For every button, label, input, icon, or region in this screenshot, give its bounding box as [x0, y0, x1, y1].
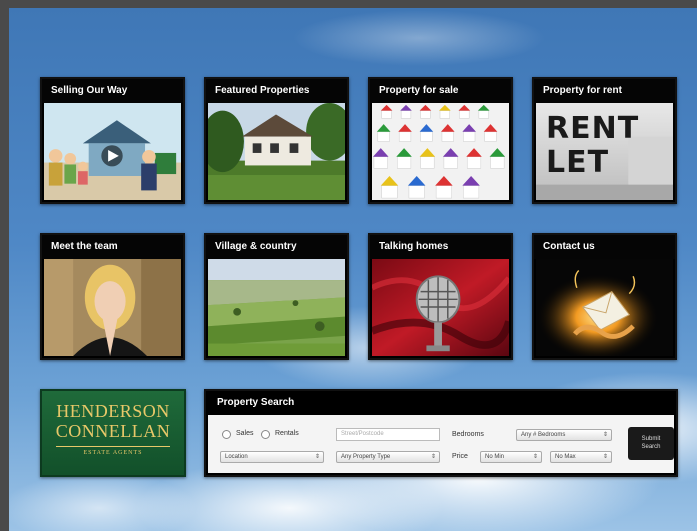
- countryside-photo: [208, 259, 345, 356]
- min-price-select[interactable]: No Min ⇕: [480, 451, 542, 463]
- sales-radio[interactable]: [222, 430, 231, 439]
- tile-title: Village & country: [206, 235, 347, 259]
- henderson-connellan-logo: HENDERSON CONNELLAN ESTATE AGENTS: [40, 389, 186, 477]
- property-type-select-value: Any Property Type: [341, 454, 391, 460]
- tile-property-for-rent[interactable]: Property for rent RENT LET: [532, 77, 677, 204]
- tile-meet-the-team[interactable]: Meet the team: [40, 233, 185, 360]
- select-arrows-icon: ⇕: [532, 454, 538, 460]
- property-search-panel: Property Search Sales Rentals Street/Pos…: [204, 389, 678, 477]
- tile-featured-properties[interactable]: Featured Properties: [204, 77, 349, 204]
- featured-house-photo: [208, 103, 345, 200]
- tile-talking-homes[interactable]: Talking homes: [368, 233, 513, 360]
- submit-search-button[interactable]: Submit Search: [628, 427, 674, 460]
- submit-label-line-1: Submit: [641, 436, 661, 442]
- select-arrows-icon: ⇕: [430, 454, 436, 460]
- sales-label: Sales: [236, 430, 254, 437]
- location-select[interactable]: Location ⇕: [220, 451, 324, 463]
- logo-divider: [56, 446, 170, 447]
- tile-title: Talking homes: [370, 235, 511, 259]
- tile-title: Property for rent: [534, 79, 675, 103]
- tile-title: Selling Our Way: [42, 79, 183, 103]
- logo-tagline: ESTATE AGENTS: [83, 450, 143, 456]
- team-member-photo: [44, 259, 181, 356]
- select-arrows-icon: ⇕: [314, 454, 320, 460]
- tile-contact-us[interactable]: Contact us: [532, 233, 677, 360]
- microphone-photo: [372, 259, 509, 356]
- property-type-select[interactable]: Any Property Type ⇕: [336, 451, 440, 463]
- selling-video-thumbnail: [44, 103, 181, 200]
- price-label: Price: [452, 453, 468, 460]
- select-arrows-icon: ⇕: [602, 432, 608, 438]
- select-arrows-icon: ⇕: [602, 454, 608, 460]
- tile-title: Featured Properties: [206, 79, 347, 103]
- logo-line-2: CONNELLAN: [55, 421, 171, 441]
- bedrooms-label: Bedrooms: [452, 431, 484, 438]
- sale-houses-photo: [372, 103, 509, 200]
- street-postcode-input[interactable]: Street/Postcode: [336, 428, 440, 441]
- tile-title: Property for sale: [370, 79, 511, 103]
- rentals-radio[interactable]: [261, 430, 270, 439]
- let-sign-text: LET: [546, 145, 610, 180]
- glowing-envelope-photo: [536, 259, 673, 356]
- bedrooms-select-value: Any # Bedrooms: [521, 432, 566, 438]
- min-price-select-value: No Min: [485, 454, 505, 460]
- tile-title: Meet the team: [42, 235, 183, 259]
- tile-selling-our-way[interactable]: Selling Our Way: [40, 77, 185, 204]
- rentals-label: Rentals: [275, 430, 299, 437]
- bedrooms-select[interactable]: Any # Bedrooms ⇕: [516, 429, 612, 441]
- tile-village-country[interactable]: Village & country: [204, 233, 349, 360]
- tile-property-for-sale[interactable]: Property for sale: [368, 77, 513, 204]
- max-price-select-value: No Max: [555, 454, 576, 460]
- submit-label-line-2: Search: [641, 444, 661, 450]
- tile-title: Contact us: [534, 235, 675, 259]
- rent-sign-text: RENT: [546, 111, 640, 146]
- rent-let-photo: RENT LET: [536, 103, 673, 200]
- logo-line-1: HENDERSON: [56, 401, 170, 421]
- property-search-title: Property Search: [217, 397, 295, 408]
- property-search-form: Sales Rentals Street/Postcode Bedrooms A…: [208, 415, 674, 473]
- max-price-select[interactable]: No Max ⇕: [550, 451, 612, 463]
- location-select-value: Location: [225, 454, 248, 460]
